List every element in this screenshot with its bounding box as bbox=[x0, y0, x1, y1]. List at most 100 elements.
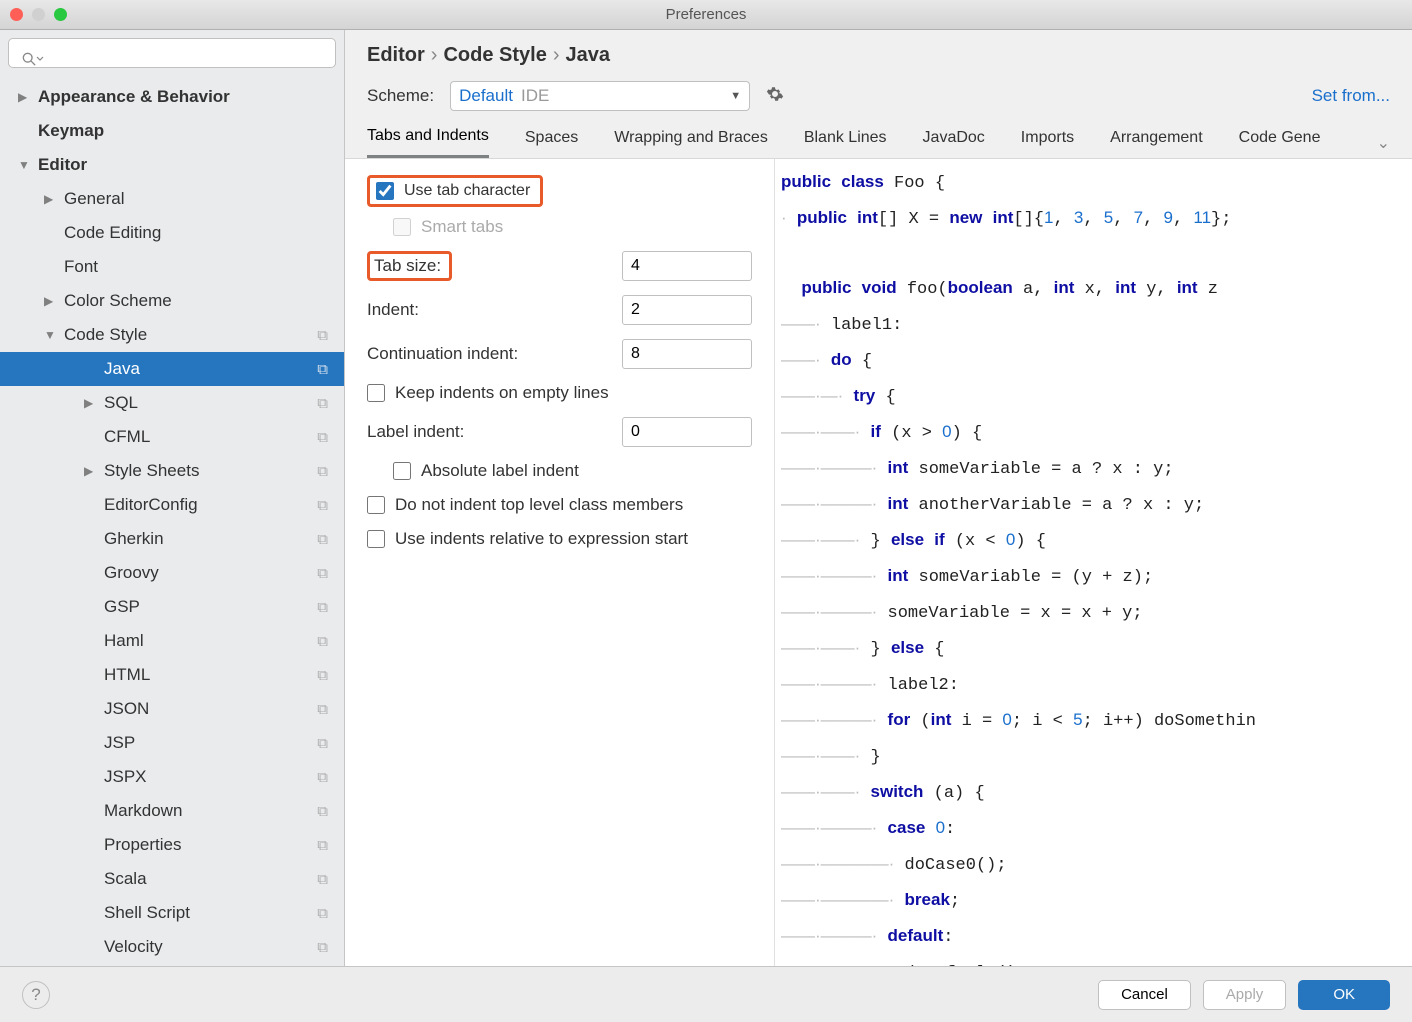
sidebar-item-label: Code Editing bbox=[64, 223, 344, 243]
breadcrumb: Editor›Code Style›Java bbox=[367, 44, 1390, 81]
keep-indents-checkbox[interactable]: Keep indents on empty lines bbox=[367, 383, 609, 403]
sidebar-item-style-sheets[interactable]: ▶Style Sheets⧉ bbox=[0, 454, 344, 488]
sidebar-item-code-editing[interactable]: Code Editing bbox=[0, 216, 344, 250]
sidebar-item-shell-script[interactable]: Shell Script⧉ bbox=[0, 896, 344, 930]
traffic-lights bbox=[10, 8, 67, 21]
reset-icon[interactable]: ⧉ bbox=[317, 531, 328, 548]
sidebar-item-editorconfig[interactable]: EditorConfig⧉ bbox=[0, 488, 344, 522]
smart-tabs-checkbox[interactable]: Smart tabs bbox=[393, 217, 503, 237]
reset-icon[interactable]: ⧉ bbox=[317, 837, 328, 854]
settings-tree: ▶Appearance & Behavior Keymap ▼Editor ▶ Gene… bbox=[0, 76, 344, 966]
sidebar-item-label: EditorConfig bbox=[104, 495, 344, 515]
help-icon[interactable]: ? bbox=[22, 981, 50, 1009]
tab-arrangement[interactable]: Arrangement bbox=[1110, 129, 1203, 157]
chevron-icon: ▶ bbox=[44, 192, 58, 206]
absolute-label-checkbox[interactable]: Absolute label indent bbox=[393, 461, 579, 481]
sidebar-item-label: JSPX bbox=[104, 767, 344, 787]
sidebar-item-label: CFML bbox=[104, 427, 344, 447]
reset-icon[interactable]: ⧉ bbox=[317, 905, 328, 922]
sidebar-item-sql[interactable]: ▶ SQL⧉ bbox=[0, 386, 344, 420]
reset-icon[interactable]: ⧉ bbox=[317, 429, 328, 446]
reset-icon[interactable]: ⧉ bbox=[317, 871, 328, 888]
sidebar-item-groovy[interactable]: Groovy⧉ bbox=[0, 556, 344, 590]
sidebar-item-gherkin[interactable]: Gherkin⧉ bbox=[0, 522, 344, 556]
set-from-link[interactable]: Set from... bbox=[1312, 86, 1390, 106]
relative-expression-checkbox[interactable]: Use indents relative to expression start bbox=[367, 529, 688, 549]
reset-icon[interactable]: ⧉ bbox=[317, 361, 328, 378]
sidebar-item-haml[interactable]: Haml⧉ bbox=[0, 624, 344, 658]
maximize-window-icon[interactable] bbox=[54, 8, 67, 21]
reset-icon[interactable]: ⧉ bbox=[317, 667, 328, 684]
sidebar-item-label: Keymap bbox=[38, 121, 344, 141]
reset-icon[interactable]: ⧉ bbox=[317, 769, 328, 786]
reset-icon[interactable]: ⧉ bbox=[317, 327, 328, 344]
chevron-icon: ▶ bbox=[84, 464, 98, 478]
sidebar-item-label: Color Scheme bbox=[64, 291, 344, 311]
sidebar-item-label: Scala bbox=[104, 869, 344, 889]
ok-button[interactable]: OK bbox=[1298, 980, 1390, 1010]
sidebar-item-gsp[interactable]: GSP⧉ bbox=[0, 590, 344, 624]
sidebar-item-label: General bbox=[64, 189, 344, 209]
sidebar-item-scala[interactable]: Scala⧉ bbox=[0, 862, 344, 896]
use-tab-checkbox[interactable]: Use tab character bbox=[376, 182, 530, 200]
sidebar-item-label: HTML bbox=[104, 665, 344, 685]
reset-icon[interactable]: ⧉ bbox=[317, 701, 328, 718]
tab-wrapping-and-braces[interactable]: Wrapping and Braces bbox=[614, 129, 768, 157]
reset-icon[interactable]: ⧉ bbox=[317, 633, 328, 650]
reset-icon[interactable]: ⧉ bbox=[317, 565, 328, 582]
tab-code-gene[interactable]: Code Gene bbox=[1239, 129, 1321, 157]
sidebar-item-velocity[interactable]: Velocity⧉ bbox=[0, 930, 344, 964]
close-window-icon[interactable] bbox=[10, 8, 23, 21]
sidebar-item-label: Gherkin bbox=[104, 529, 344, 549]
tab-spaces[interactable]: Spaces bbox=[525, 129, 578, 157]
tab-imports[interactable]: Imports bbox=[1021, 129, 1074, 157]
reset-icon[interactable]: ⧉ bbox=[317, 803, 328, 820]
sidebar-item-appearance-behavior[interactable]: ▶Appearance & Behavior bbox=[0, 80, 344, 114]
sidebar-item-label: Haml bbox=[104, 631, 344, 651]
content: Editor›Code Style›Java Scheme: Default I… bbox=[345, 30, 1412, 966]
sidebar-item-label: Java bbox=[104, 359, 344, 379]
reset-icon[interactable]: ⧉ bbox=[317, 463, 328, 480]
minimize-window-icon[interactable] bbox=[32, 8, 45, 21]
cancel-button[interactable]: Cancel bbox=[1098, 980, 1191, 1010]
reset-icon[interactable]: ⧉ bbox=[317, 735, 328, 752]
reset-icon[interactable]: ⧉ bbox=[317, 395, 328, 412]
sidebar-item-jspx[interactable]: JSPX⧉ bbox=[0, 760, 344, 794]
sidebar-item-label: GSP bbox=[104, 597, 344, 617]
sidebar-item-code-style[interactable]: ▼Code Style⧉ bbox=[0, 318, 344, 352]
apply-button[interactable]: Apply bbox=[1203, 980, 1287, 1010]
sidebar-item-color-scheme[interactable]: ▶ Color Scheme bbox=[0, 284, 344, 318]
scheme-select[interactable]: Default IDE ▼ bbox=[450, 81, 750, 111]
reset-icon[interactable]: ⧉ bbox=[317, 939, 328, 956]
sidebar-item-font[interactable]: Font bbox=[0, 250, 344, 284]
sidebar-item-jsp[interactable]: JSP⧉ bbox=[0, 726, 344, 760]
reset-icon[interactable]: ⧉ bbox=[317, 497, 328, 514]
sidebar-item-json[interactable]: JSON⧉ bbox=[0, 692, 344, 726]
sidebar-item-general[interactable]: ▶ General bbox=[0, 182, 344, 216]
tabs-overflow-icon[interactable]: ⌄ bbox=[1377, 133, 1390, 153]
search-input[interactable] bbox=[8, 38, 336, 68]
sidebar-item-label: SQL bbox=[104, 393, 344, 413]
sidebar-item-markdown[interactable]: Markdown⧉ bbox=[0, 794, 344, 828]
chevron-icon: ▶ bbox=[44, 294, 58, 308]
sidebar-item-editor[interactable]: ▼Editor bbox=[0, 148, 344, 182]
tab-tabs-and-indents[interactable]: Tabs and Indents bbox=[367, 127, 489, 158]
label-indent-input[interactable] bbox=[622, 417, 752, 447]
gear-icon[interactable] bbox=[766, 85, 784, 108]
sidebar-item-html[interactable]: HTML⧉ bbox=[0, 658, 344, 692]
sidebar-item-properties[interactable]: Properties⧉ bbox=[0, 828, 344, 862]
sidebar-item-java[interactable]: Java⧉ bbox=[0, 352, 344, 386]
tab-blank-lines[interactable]: Blank Lines bbox=[804, 129, 887, 157]
tab-size-input[interactable] bbox=[622, 251, 752, 281]
continuation-indent-input[interactable] bbox=[622, 339, 752, 369]
indent-label: Indent: bbox=[367, 300, 622, 320]
tab-javadoc[interactable]: JavaDoc bbox=[923, 129, 985, 157]
chevron-icon: ▶ bbox=[84, 396, 98, 410]
indent-input[interactable] bbox=[622, 295, 752, 325]
sidebar-item-label: Properties bbox=[104, 835, 344, 855]
sidebar-item-keymap[interactable]: Keymap bbox=[0, 114, 344, 148]
no-indent-top-checkbox[interactable]: Do not indent top level class members bbox=[367, 495, 683, 515]
sidebar-item-cfml[interactable]: CFML⧉ bbox=[0, 420, 344, 454]
code-preview: public class Foo { · public int[] X = ne… bbox=[775, 159, 1412, 966]
reset-icon[interactable]: ⧉ bbox=[317, 599, 328, 616]
